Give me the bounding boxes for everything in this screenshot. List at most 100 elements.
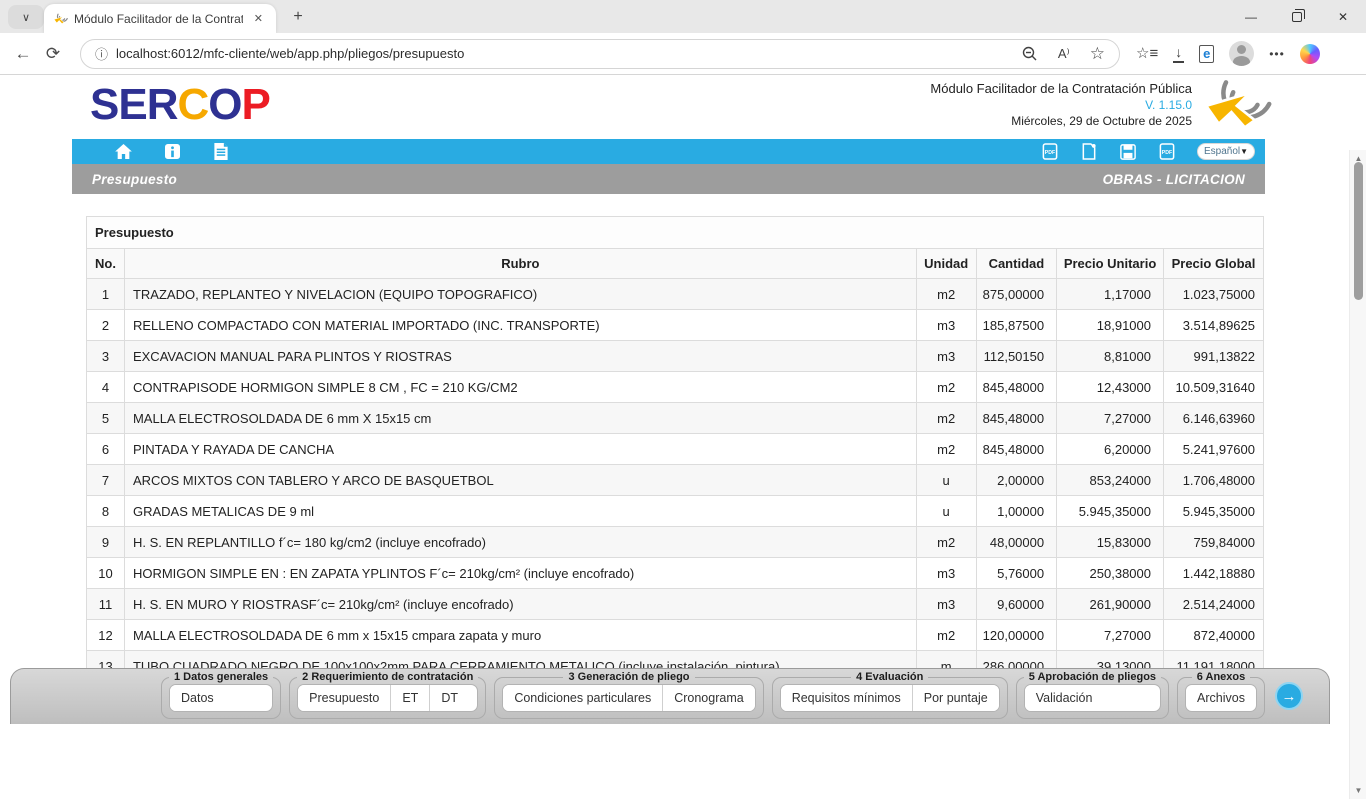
cell-precio_global: 872,40000: [1164, 620, 1264, 651]
language-select[interactable]: Español ▼: [1197, 143, 1255, 160]
table-row: 10HORMIGON SIMPLE EN : EN ZAPATA YPLINTO…: [87, 558, 1264, 589]
site-info-icon[interactable]: ⓘ: [95, 44, 108, 63]
svg-text:PDF: PDF: [1162, 150, 1172, 156]
document-icon[interactable]: [212, 143, 230, 161]
cell-precio_global: 10.509,31640: [1164, 372, 1264, 403]
restore-button[interactable]: [1274, 0, 1320, 33]
tab-close-icon[interactable]: ✕: [249, 10, 268, 27]
favorite-star-icon[interactable]: ☆: [1090, 45, 1105, 62]
copilot-icon[interactable]: [1300, 44, 1320, 64]
save-icon[interactable]: [1119, 143, 1137, 161]
cell-no: 4: [87, 372, 125, 403]
browser-titlebar: ∨ Módulo Facilitador de la Contrata ✕ + …: [0, 0, 1366, 33]
wizard-button-condiciones-particulares[interactable]: Condiciones particulares: [503, 685, 662, 711]
cell-precio_global: 5.945,35000: [1164, 496, 1264, 527]
table-title: Presupuesto: [87, 217, 1264, 249]
budget-table-body: 1TRAZADO, REPLANTEO Y NIVELACION (EQUIPO…: [87, 279, 1264, 682]
cell-unidad: u: [916, 496, 976, 527]
wizard-button-requisitos-minimos[interactable]: Requisitos mínimos: [781, 685, 912, 711]
tab-title: Módulo Facilitador de la Contrata: [74, 12, 243, 26]
cell-rubro: RELLENO COMPACTADO CON MATERIAL IMPORTAD…: [124, 310, 916, 341]
download-pdf-icon[interactable]: PDF: [1158, 143, 1176, 161]
cell-cantidad: 845,48000: [976, 434, 1056, 465]
export-pdf-icon[interactable]: PDF: [1041, 143, 1059, 161]
cell-cantidad: 845,48000: [976, 403, 1056, 434]
cell-precio_unitario: 250,38000: [1057, 558, 1164, 589]
table-row: 9H. S. EN REPLANTILLO f´c= 180 kg/cm2 (i…: [87, 527, 1264, 558]
back-button[interactable]: ←: [8, 44, 38, 64]
cell-rubro: MALLA ELECTROSOLDADA DE 6 mm X 15x15 cm: [124, 403, 916, 434]
cell-cantidad: 2,00000: [976, 465, 1056, 496]
new-file-icon[interactable]: [1080, 143, 1098, 161]
wizard-button-datos[interactable]: Datos: [170, 685, 225, 711]
cell-no: 1: [87, 279, 125, 310]
wizard-group-label: 5 Aprobación de pliegos: [1024, 671, 1161, 683]
cell-precio_unitario: 8,81000: [1057, 341, 1164, 372]
profile-avatar[interactable]: [1229, 41, 1254, 66]
wizard-group-label: 4 Evaluación: [851, 671, 928, 683]
cell-no: 3: [87, 341, 125, 372]
info-icon[interactable]: [163, 143, 181, 161]
zoom-out-icon[interactable]: [1022, 46, 1038, 62]
column-header-cantidad: Cantidad: [976, 249, 1056, 279]
table-row: 7ARCOS MIXTOS CON TABLERO Y ARCO DE BASQ…: [87, 465, 1264, 496]
browser-tab[interactable]: Módulo Facilitador de la Contrata ✕: [44, 4, 276, 33]
tab-search-button[interactable]: ∨: [8, 5, 44, 29]
cell-unidad: m2: [916, 527, 976, 558]
downloads-icon[interactable]: ↓: [1173, 44, 1184, 63]
scroll-down-icon[interactable]: ▼: [1350, 786, 1366, 795]
close-window-button[interactable]: ✕: [1320, 0, 1366, 33]
wizard-button-et[interactable]: ET: [390, 685, 429, 711]
wizard-button-presupuesto[interactable]: Presupuesto: [298, 685, 390, 711]
window-controls: — ✕: [1228, 0, 1366, 33]
next-step-button[interactable]: →: [1275, 682, 1303, 710]
cell-precio_unitario: 15,83000: [1057, 527, 1164, 558]
logo-text: C: [177, 80, 208, 129]
home-icon[interactable]: [114, 143, 132, 161]
table-row: 12MALLA ELECTROSOLDADA DE 6 mm x 15x15 c…: [87, 620, 1264, 651]
favorites-list-icon[interactable]: ☆≡: [1136, 46, 1158, 61]
wizard-button-archivos[interactable]: Archivos: [1186, 685, 1256, 711]
cell-precio_unitario: 261,90000: [1057, 589, 1164, 620]
column-header-precio-global: Precio Global: [1164, 249, 1264, 279]
wizard-button-dt[interactable]: DT: [429, 685, 469, 711]
app-title: Módulo Facilitador de la Contratación Pú…: [930, 81, 1192, 96]
sercop-logo: SERCOP: [90, 83, 270, 127]
table-row: 6PINTADA Y RAYADA DE CANCHAm2845,480006,…: [87, 434, 1264, 465]
breadcrumb-section: Presupuesto: [92, 172, 177, 187]
restore-icon: [1292, 12, 1302, 22]
ie-mode-icon[interactable]: e: [1199, 45, 1214, 63]
minimize-button[interactable]: —: [1228, 0, 1274, 33]
cell-precio_global: 3.514,89625: [1164, 310, 1264, 341]
chevron-down-icon: ∨: [22, 11, 30, 24]
budget-table: Presupuesto No. Rubro Unidad Cantidad Pr…: [86, 216, 1264, 682]
settings-ellipsis-icon[interactable]: •••: [1269, 48, 1285, 60]
page-scrollbar[interactable]: ▲ ▼: [1349, 150, 1366, 799]
breadcrumb-process: OBRAS - LICITACION: [1103, 172, 1245, 187]
url-text[interactable]: localhost:6012/mfc-cliente/web/app.php/p…: [116, 46, 1022, 61]
cell-rubro: MALLA ELECTROSOLDADA DE 6 mm x 15x15 cmp…: [124, 620, 916, 651]
cell-unidad: m2: [916, 434, 976, 465]
cell-unidad: m3: [916, 558, 976, 589]
wizard-group-label: 1 Datos generales: [169, 671, 273, 683]
wizard-group-5-aprobacion-de-pliegos: 5 Aprobación de pliegos Validación: [1016, 671, 1169, 719]
column-header-unidad: Unidad: [916, 249, 976, 279]
read-aloud-icon[interactable]: A⁾: [1058, 47, 1070, 60]
cell-no: 7: [87, 465, 125, 496]
scrollbar-thumb[interactable]: [1354, 162, 1363, 300]
url-bar[interactable]: ⓘ localhost:6012/mfc-cliente/web/app.php…: [80, 39, 1120, 69]
wizard-button-por-puntaje[interactable]: Por puntaje: [912, 685, 999, 711]
language-value: Español: [1204, 146, 1240, 157]
wizard-group-4-evaluacion: 4 Evaluación Requisitos mínimosPor puntaj…: [772, 671, 1008, 719]
cell-precio_unitario: 1,17000: [1057, 279, 1164, 310]
refresh-button[interactable]: ⟳: [38, 44, 68, 64]
cell-cantidad: 845,48000: [976, 372, 1056, 403]
wizard-button-cronograma[interactable]: Cronograma: [662, 685, 754, 711]
cell-cantidad: 185,87500: [976, 310, 1056, 341]
column-header-rubro: Rubro: [124, 249, 916, 279]
new-tab-button[interactable]: +: [286, 8, 310, 28]
wizard-button-validacion[interactable]: Validación: [1025, 685, 1104, 711]
cell-precio_global: 2.514,24000: [1164, 589, 1264, 620]
cell-unidad: m3: [916, 310, 976, 341]
cell-unidad: m2: [916, 372, 976, 403]
